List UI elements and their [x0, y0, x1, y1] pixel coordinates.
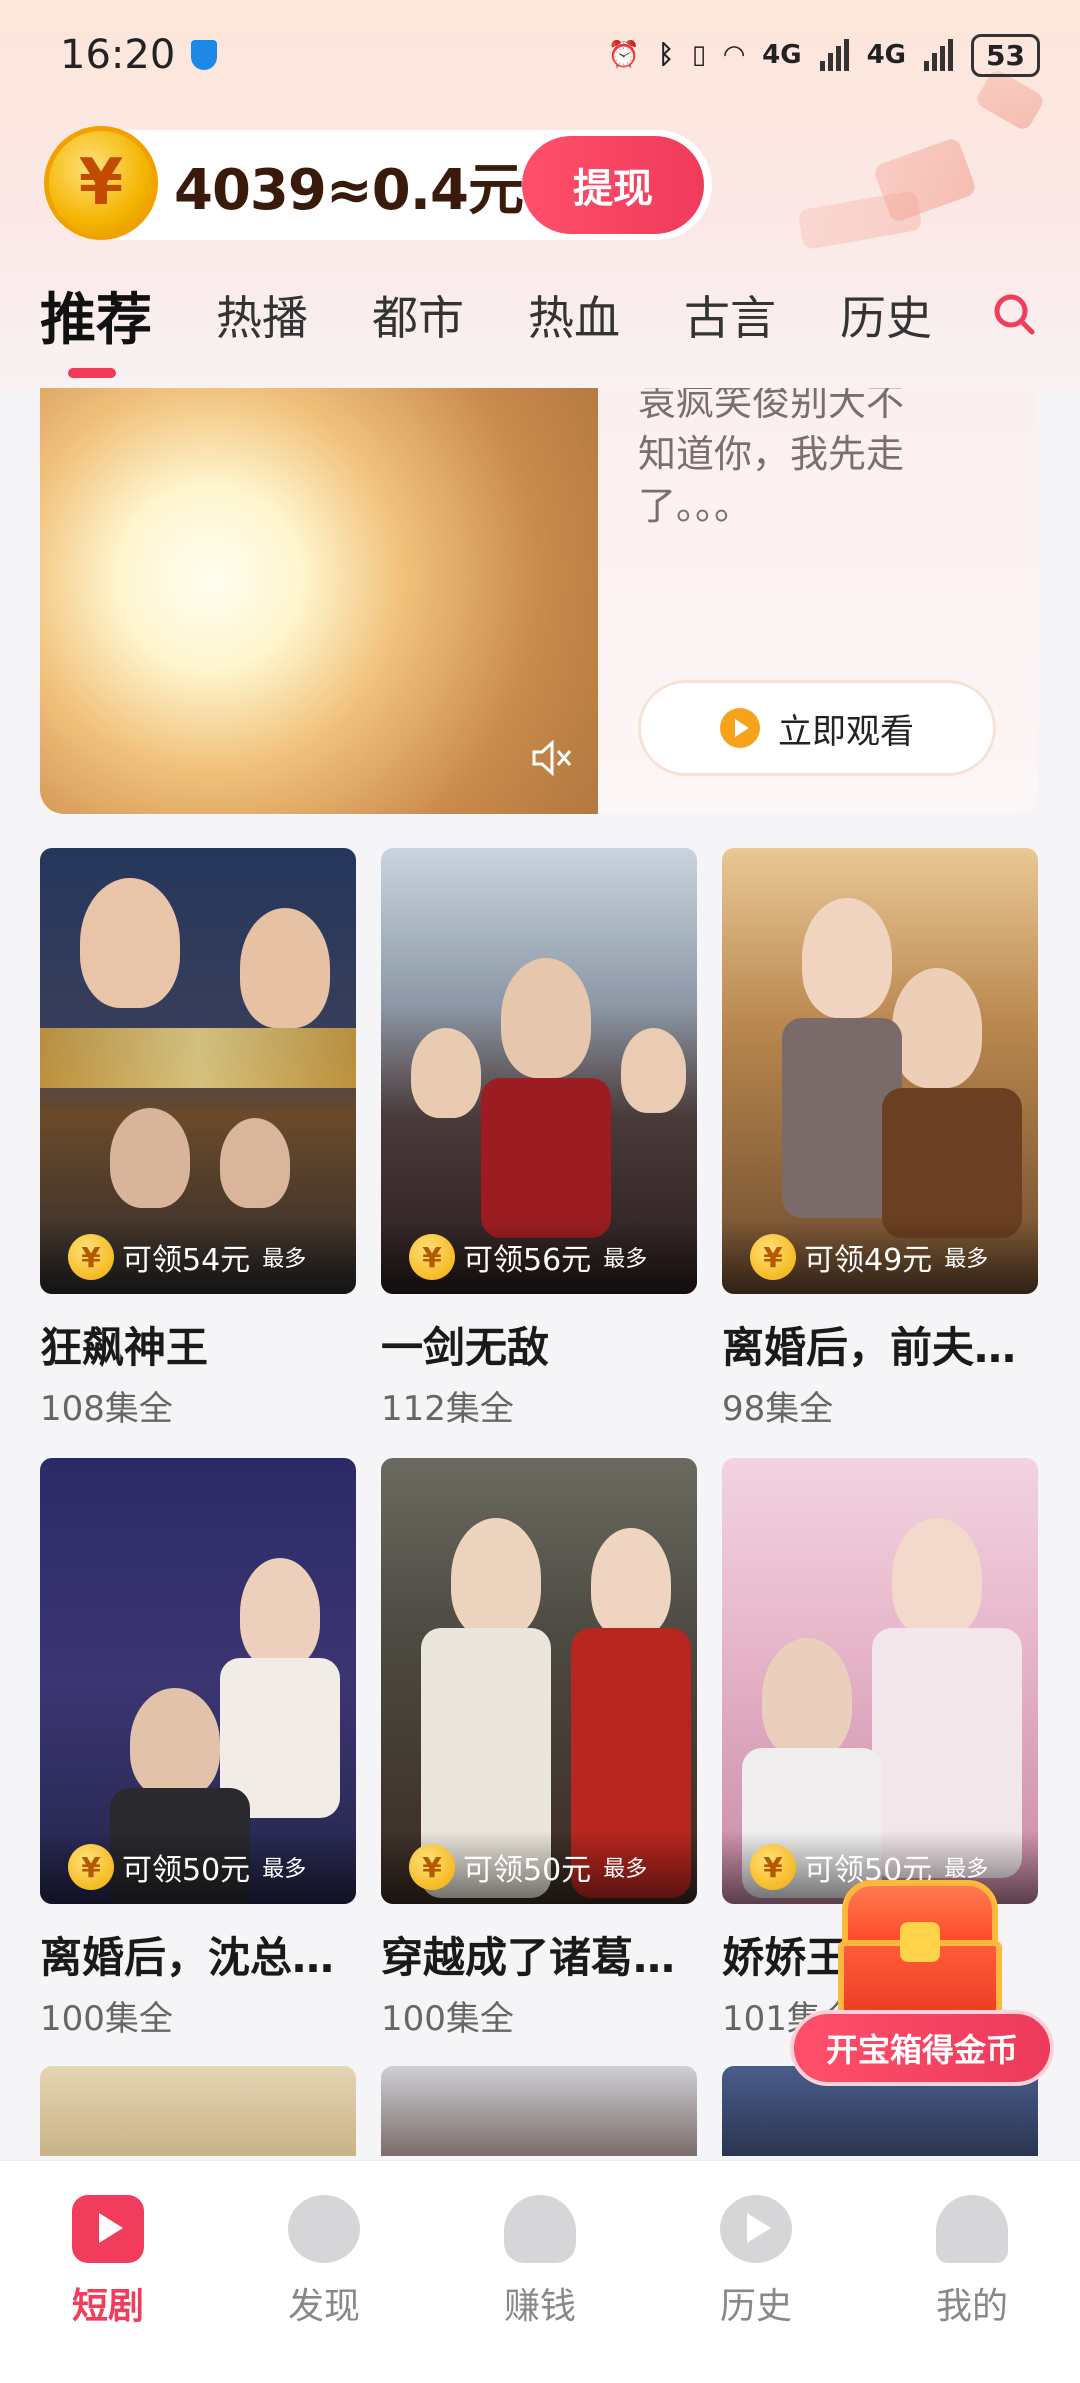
- coin-balance-text: 4039≈0.4元: [174, 157, 524, 223]
- red-robe-figure: [481, 1078, 611, 1238]
- reward-text: 可领56元: [463, 1243, 592, 1278]
- network-label: 4G: [762, 40, 802, 70]
- coin-icon: ¥: [68, 1234, 114, 1280]
- category-tabs: 推荐 热播 都市 热血 古言 历史: [40, 270, 1040, 378]
- reward-badge: ¥ 可领56元 最多: [381, 1220, 697, 1294]
- mute-icon[interactable]: [530, 738, 574, 778]
- drama-episodes: 98集全: [722, 1389, 834, 1429]
- coin-icon: ¥: [68, 1844, 114, 1890]
- shield-icon: [191, 40, 218, 70]
- reward-text: 可领50元: [122, 1853, 251, 1888]
- drama-title: 一剑无敌: [381, 1323, 550, 1372]
- nav-short-drama[interactable]: 短剧: [28, 2195, 188, 2383]
- wifi-icon: ◠: [724, 40, 745, 70]
- vibrate-icon: ▯: [691, 40, 707, 70]
- drama-title: 离婚后，前夫…: [722, 1323, 1017, 1372]
- profile-icon: [936, 2195, 1008, 2263]
- nav-profile[interactable]: 我的: [892, 2195, 1052, 2383]
- tv-play-icon: [72, 2195, 144, 2263]
- nav-label: 历史: [719, 2286, 792, 2327]
- nav-discover[interactable]: 发现: [244, 2195, 404, 2383]
- battery-indicator: 53: [971, 33, 1040, 77]
- nav-history[interactable]: 历史: [676, 2195, 836, 2383]
- reward-max: 最多: [262, 1857, 307, 1882]
- watch-now-button[interactable]: 立即观看: [638, 680, 996, 776]
- drama-poster[interactable]: ¥ 可领50元 最多: [722, 1458, 1038, 1904]
- reward-text: 可领49元: [804, 1243, 933, 1278]
- suit-figure: [882, 1088, 1022, 1238]
- tab-action[interactable]: 热血: [528, 282, 620, 348]
- nav-label: 赚钱: [503, 2286, 576, 2327]
- drama-episodes: 112集全: [381, 1389, 514, 1429]
- reward-badge: ¥ 可领54元 最多: [40, 1220, 356, 1294]
- coin-balance-pill[interactable]: ¥ 4039≈0.4元 提现: [44, 126, 712, 240]
- reward-badge: ¥ 可领49元 最多: [722, 1220, 1038, 1294]
- drama-card[interactable]: ¥ 可领49元 最多 离婚后，前夫… 98集全: [722, 848, 1038, 1430]
- tab-recommend[interactable]: 推荐: [40, 275, 152, 378]
- drama-poster[interactable]: ¥ 可领54元 最多: [40, 848, 356, 1294]
- status-bar: 16:20 ⏰ ᛒ ▯ ◠ 4G 4G 53: [0, 0, 1080, 110]
- drama-poster[interactable]: ¥ 可领50元 最多: [381, 1458, 697, 1904]
- signal-icon-2: [924, 39, 954, 71]
- drama-title: 狂飙神王: [40, 1323, 209, 1372]
- drama-poster[interactable]: ¥ 可领49元 最多: [722, 848, 1038, 1294]
- drama-title: 穿越成了诸葛…: [381, 1933, 676, 1982]
- nav-label: 我的: [935, 2286, 1008, 2327]
- drama-title: 离婚后，沈总…: [40, 1933, 335, 1982]
- bluetooth-icon: ᛒ: [658, 40, 674, 70]
- nav-earn[interactable]: 赚钱: [460, 2195, 620, 2383]
- coin-icon: ¥: [409, 1234, 455, 1280]
- drama-poster[interactable]: ¥ 可领50元 最多: [40, 1458, 356, 1904]
- coin-icon: ¥: [750, 1844, 796, 1890]
- network-label-2: 4G: [866, 40, 907, 70]
- reward-badge: ¥ 可领50元 最多: [381, 1830, 697, 1904]
- tab-history[interactable]: 历史: [840, 282, 932, 348]
- open-treasure-button[interactable]: 开宝箱得金币: [790, 2010, 1054, 2086]
- reward-badge: ¥ 可领50元 最多: [40, 1830, 356, 1904]
- reward-max: 最多: [603, 1857, 648, 1882]
- signal-icon: [819, 39, 849, 71]
- featured-info-panel: 袁疯笑俊别大不知道你，我先走了。。。 立即观看: [598, 388, 1038, 814]
- withdraw-button[interactable]: 提现: [522, 136, 704, 234]
- coin-icon: ¥: [409, 1844, 455, 1890]
- bottom-navigation: 短剧 发现 赚钱 历史 我的: [0, 2160, 1080, 2383]
- drama-episodes: 100集全: [40, 1999, 173, 2039]
- drama-card[interactable]: ¥ 可领56元 最多 一剑无敌 112集全: [381, 848, 697, 1430]
- reward-max: 最多: [262, 1247, 307, 1272]
- reward-text: 可领54元: [122, 1243, 251, 1278]
- alarm-icon: ⏰: [607, 40, 641, 70]
- history-play-icon: [720, 2195, 792, 2263]
- reward-max: 最多: [603, 1247, 648, 1272]
- gold-coin-icon: ¥: [44, 126, 158, 240]
- drama-card[interactable]: ¥ 可领54元 最多 狂飙神王 108集全: [40, 848, 356, 1430]
- play-icon: [720, 708, 760, 748]
- coin-icon: ¥: [750, 1234, 796, 1280]
- drama-poster-peek[interactable]: [40, 2066, 356, 2156]
- featured-description: 袁疯笑俊别大不知道你，我先走了。。。: [638, 388, 905, 528]
- status-time: 16:20: [60, 32, 176, 78]
- featured-drama-card[interactable]: 袁疯笑俊别大不知道你，我先走了。。。 立即观看: [40, 388, 1038, 814]
- search-icon[interactable]: [992, 292, 1036, 336]
- tab-urban[interactable]: 都市: [372, 282, 464, 348]
- drama-card[interactable]: ¥ 可领50元 最多 离婚后，沈总… 100集全: [40, 1458, 356, 2040]
- reward-max: 最多: [944, 1247, 989, 1272]
- red-envelope-decoration: [797, 189, 923, 251]
- nav-label: 短剧: [71, 2286, 144, 2327]
- drama-poster-peek[interactable]: [381, 2066, 697, 2156]
- nav-label: 发现: [287, 2286, 360, 2327]
- tab-ancient-romance[interactable]: 古言: [684, 282, 776, 348]
- money-bag-icon: [504, 2195, 576, 2263]
- drama-episodes: 100集全: [381, 1999, 514, 2039]
- watch-now-label: 立即观看: [778, 711, 914, 752]
- reward-text: 可领50元: [463, 1853, 592, 1888]
- title-art-banner: [40, 1028, 356, 1088]
- drama-episodes: 108集全: [40, 1389, 173, 1429]
- tab-hot[interactable]: 热播: [216, 282, 308, 348]
- chest-lock: [900, 1922, 940, 1962]
- drama-card[interactable]: ¥ 可领50元 最多 穿越成了诸葛… 100集全: [381, 1458, 697, 2040]
- drama-poster[interactable]: ¥ 可领56元 最多: [381, 848, 697, 1294]
- discover-icon: [288, 2195, 360, 2263]
- featured-video-preview[interactable]: [40, 388, 598, 814]
